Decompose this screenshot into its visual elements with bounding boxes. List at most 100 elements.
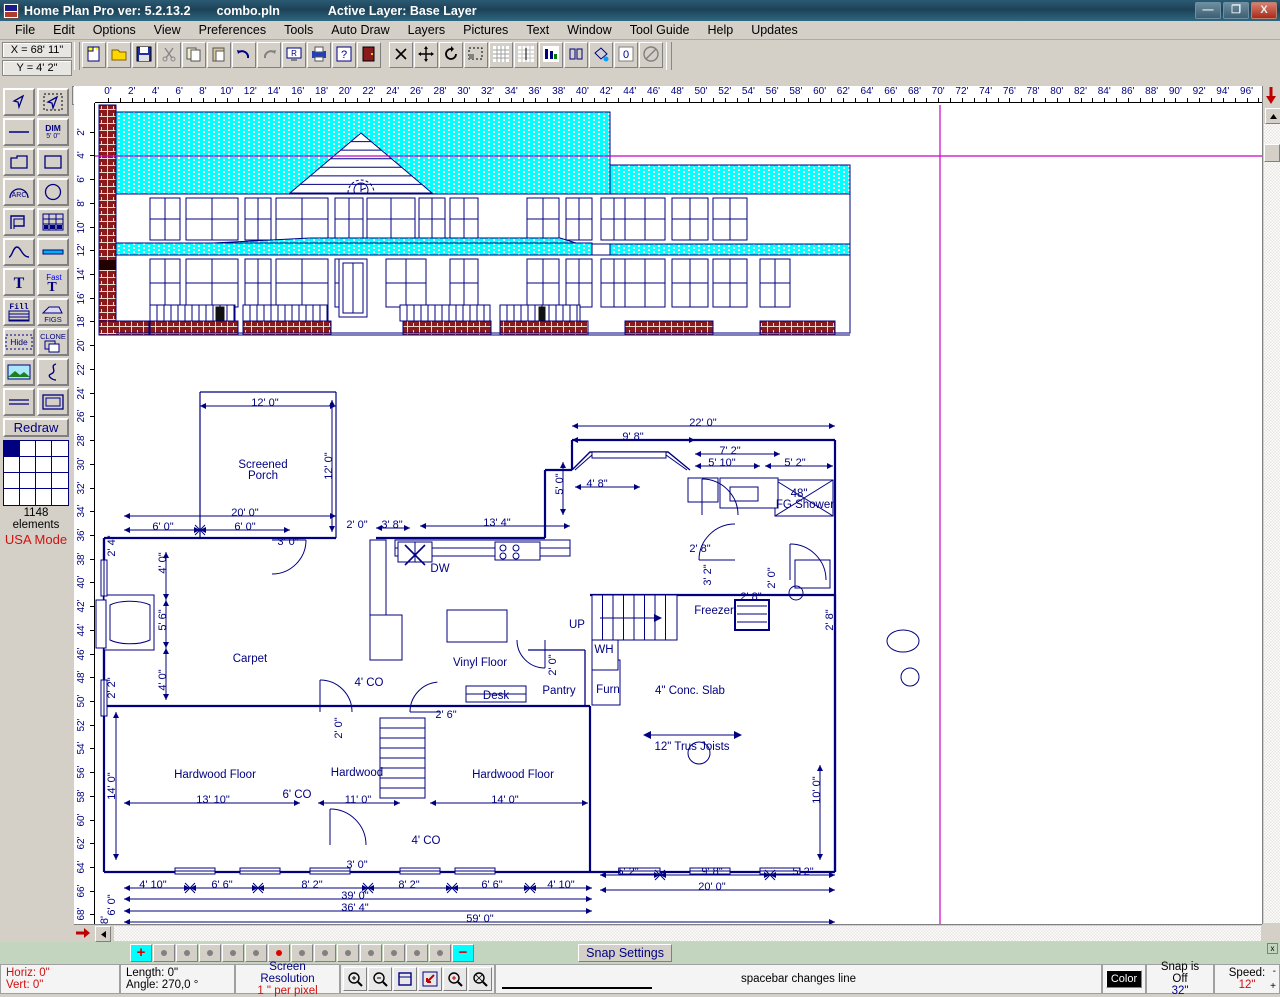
fill-tool[interactable]: Fill bbox=[3, 298, 35, 326]
zoom-in-icon[interactable] bbox=[343, 967, 367, 991]
horizontal-ruler[interactable]: 0' 2' 4' 6' 8' 10' 12' 14' 16' 18' 20' 22' 24' 26' 28'… bbox=[95, 86, 1262, 103]
scroll-down-marker-icon[interactable] bbox=[1263, 86, 1279, 106]
vertical-ruler[interactable]: 2' 4' 6' 8' 10' 12' 14' 16' 18' 20' 22' 24' 26' 28' 30… bbox=[74, 103, 95, 924]
hide-tool[interactable]: Hide bbox=[3, 328, 35, 356]
help-icon[interactable]: ? bbox=[332, 42, 356, 68]
zoom-level-dots[interactable]: + − bbox=[130, 944, 475, 962]
save-icon[interactable] bbox=[132, 42, 156, 68]
undo-icon[interactable] bbox=[232, 42, 256, 68]
delete-icon[interactable] bbox=[389, 42, 413, 68]
color-swatch[interactable] bbox=[36, 489, 52, 505]
redraw-button[interactable]: Redraw bbox=[3, 418, 69, 437]
zoom-step-dot[interactable] bbox=[314, 944, 336, 962]
color-swatch[interactable] bbox=[36, 441, 52, 457]
menu-item-preferences[interactable]: Preferences bbox=[190, 22, 275, 38]
report-icon[interactable]: R bbox=[282, 42, 306, 68]
floor-plan-drawing[interactable]: ScreenedPorchCarpet Vinyl FloorDesk Pantry… bbox=[95, 103, 1262, 924]
zoom-step-dot[interactable] bbox=[176, 944, 198, 962]
speed-decrease-button[interactable]: - bbox=[1273, 966, 1276, 977]
snap-settings-button[interactable]: Snap Settings bbox=[578, 944, 672, 962]
color-swatch[interactable] bbox=[36, 457, 52, 473]
color-swatch[interactable] bbox=[52, 441, 68, 457]
zoom-step-dot[interactable] bbox=[245, 944, 267, 962]
select-region-icon[interactable] bbox=[464, 42, 488, 68]
menu-item-view[interactable]: View bbox=[145, 22, 190, 38]
color-swatch[interactable] bbox=[20, 457, 36, 473]
zoom-step-dot[interactable] bbox=[360, 944, 382, 962]
arc-tool[interactable]: ARC bbox=[3, 178, 35, 206]
color-swatch[interactable] bbox=[52, 489, 68, 505]
cut-icon[interactable] bbox=[157, 42, 181, 68]
clone-tool[interactable]: CLONE bbox=[37, 328, 69, 356]
zoom-step-current[interactable] bbox=[268, 944, 290, 962]
select-arrow-tool[interactable] bbox=[3, 88, 35, 116]
horizontal-scrollbar[interactable] bbox=[74, 924, 1262, 942]
menu-item-help[interactable]: Help bbox=[698, 22, 742, 38]
beam-tool[interactable] bbox=[37, 238, 69, 266]
color-palette-grid[interactable] bbox=[3, 440, 69, 506]
circle-tool[interactable] bbox=[37, 178, 69, 206]
scroll-up-button[interactable] bbox=[1265, 108, 1280, 124]
print-icon[interactable] bbox=[307, 42, 331, 68]
color-swatch[interactable] bbox=[4, 473, 20, 489]
window-tool[interactable] bbox=[37, 208, 69, 236]
menu-item-tools[interactable]: Tools bbox=[275, 22, 322, 38]
toolbar-grip[interactable] bbox=[74, 42, 80, 70]
zoom-step-dot[interactable] bbox=[222, 944, 244, 962]
close-button[interactable]: X bbox=[1251, 2, 1277, 19]
horizontal-scroll-track[interactable] bbox=[114, 926, 1261, 941]
menu-item-file[interactable]: File bbox=[6, 22, 44, 38]
color-swatch[interactable] bbox=[20, 489, 36, 505]
freehand-tool[interactable] bbox=[37, 358, 69, 386]
rectangle-tool[interactable] bbox=[37, 148, 69, 176]
line-tool[interactable] bbox=[3, 118, 35, 146]
zoom-in-button[interactable]: + bbox=[130, 944, 152, 962]
zoom-step-dot[interactable] bbox=[291, 944, 313, 962]
color-swatch[interactable] bbox=[36, 473, 52, 489]
fast-text-tool[interactable]: Fast T bbox=[37, 268, 69, 296]
vertical-scroll-thumb[interactable] bbox=[1264, 144, 1280, 162]
new-file-icon[interactable] bbox=[82, 42, 106, 68]
zoom-out-icon[interactable] bbox=[368, 967, 392, 991]
color-button[interactable]: Color bbox=[1105, 970, 1143, 988]
wall-tool[interactable] bbox=[3, 208, 35, 236]
color-swatch[interactable] bbox=[4, 489, 20, 505]
zoom-out-button[interactable]: − bbox=[452, 944, 474, 962]
undo-zero-icon[interactable]: 0 bbox=[614, 42, 638, 68]
zoom-fit-icon[interactable] bbox=[393, 967, 417, 991]
menu-item-auto-draw[interactable]: Auto Draw bbox=[322, 22, 398, 38]
scroll-left-button[interactable] bbox=[95, 926, 111, 942]
scroll-right-marker-icon[interactable] bbox=[75, 926, 91, 941]
zoom-step-dot[interactable] bbox=[406, 944, 428, 962]
menu-item-updates[interactable]: Updates bbox=[742, 22, 807, 38]
move-icon[interactable] bbox=[414, 42, 438, 68]
minimize-button[interactable]: — bbox=[1195, 2, 1221, 19]
open-file-icon[interactable] bbox=[107, 42, 131, 68]
menu-item-tool-guide[interactable]: Tool Guide bbox=[621, 22, 699, 38]
rotate-icon[interactable] bbox=[439, 42, 463, 68]
color-swatch[interactable] bbox=[20, 473, 36, 489]
maximize-button[interactable]: ❐ bbox=[1223, 2, 1249, 19]
exit-door-icon[interactable] bbox=[357, 42, 381, 68]
grid-scale-icon[interactable] bbox=[539, 42, 563, 68]
zoom-step-dot[interactable] bbox=[153, 944, 175, 962]
grid-dim-icon[interactable] bbox=[514, 42, 538, 68]
snap-readout[interactable]: Snap is Off 32" bbox=[1146, 961, 1214, 997]
menu-item-options[interactable]: Options bbox=[84, 22, 145, 38]
frame-tool[interactable] bbox=[37, 388, 69, 416]
mirror-icon[interactable] bbox=[564, 42, 588, 68]
color-swatch[interactable] bbox=[52, 473, 68, 489]
copy-icon[interactable] bbox=[182, 42, 206, 68]
no-scale-icon[interactable] bbox=[639, 42, 663, 68]
zoom-previous-icon[interactable] bbox=[468, 967, 492, 991]
color-swatch[interactable] bbox=[20, 441, 36, 457]
picture-tool[interactable] bbox=[3, 358, 35, 386]
zoom-step-dot[interactable] bbox=[429, 944, 451, 962]
dimension-tool[interactable]: DIM 5' 0" bbox=[37, 118, 69, 146]
zoom-step-dot[interactable] bbox=[383, 944, 405, 962]
text-tool[interactable]: T bbox=[3, 268, 35, 296]
zoom-pan-icon[interactable] bbox=[418, 967, 442, 991]
double-line-tool[interactable] bbox=[3, 388, 35, 416]
menu-item-text[interactable]: Text bbox=[517, 22, 558, 38]
vertical-scrollbar[interactable] bbox=[1262, 86, 1280, 924]
